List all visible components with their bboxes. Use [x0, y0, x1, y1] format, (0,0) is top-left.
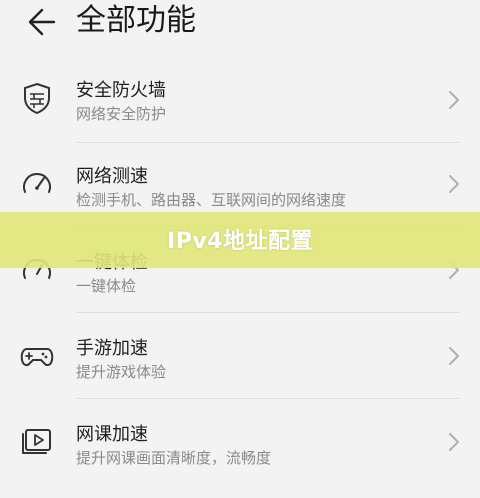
video-class-icon — [19, 424, 55, 460]
item-label: 手游加速 — [76, 338, 148, 359]
divider — [76, 142, 460, 143]
item-subtitle: 检测手机、路由器、互联网间的网络速度 — [76, 191, 347, 209]
firewall-icon — [19, 80, 55, 116]
page-title: 全部功能 — [76, 3, 196, 38]
list-item-game-boost[interactable]: 手游加速 提升游戏体验 — [0, 328, 480, 412]
item-subtitle: 提升游戏体验 — [76, 363, 167, 381]
item-label: 安全防火墙 — [76, 80, 166, 101]
item-subtitle: 网络安全防护 — [76, 105, 167, 123]
chevron-right-icon — [446, 344, 462, 368]
banner-text: IPv4地址配置 — [167, 229, 313, 254]
back-arrow-icon[interactable] — [20, 4, 56, 40]
speedometer-icon — [19, 166, 55, 202]
header: 全部功能 — [0, 0, 480, 56]
divider — [76, 312, 460, 313]
chevron-right-icon — [446, 430, 462, 454]
overlay-banner: IPv4地址配置 — [0, 212, 480, 268]
divider — [76, 398, 460, 399]
item-label: 网课加速 — [76, 424, 148, 445]
chevron-right-icon — [446, 172, 462, 196]
gamepad-icon — [19, 338, 55, 374]
chevron-right-icon — [446, 88, 462, 112]
list-item-class-boost[interactable]: 网课加速 提升网课画面清晰度，流畅度 — [0, 414, 480, 498]
item-subtitle: 提升网课画面清晰度，流畅度 — [76, 449, 272, 467]
item-label: 网络测速 — [76, 166, 148, 187]
item-subtitle: 一键体检 — [76, 277, 137, 295]
